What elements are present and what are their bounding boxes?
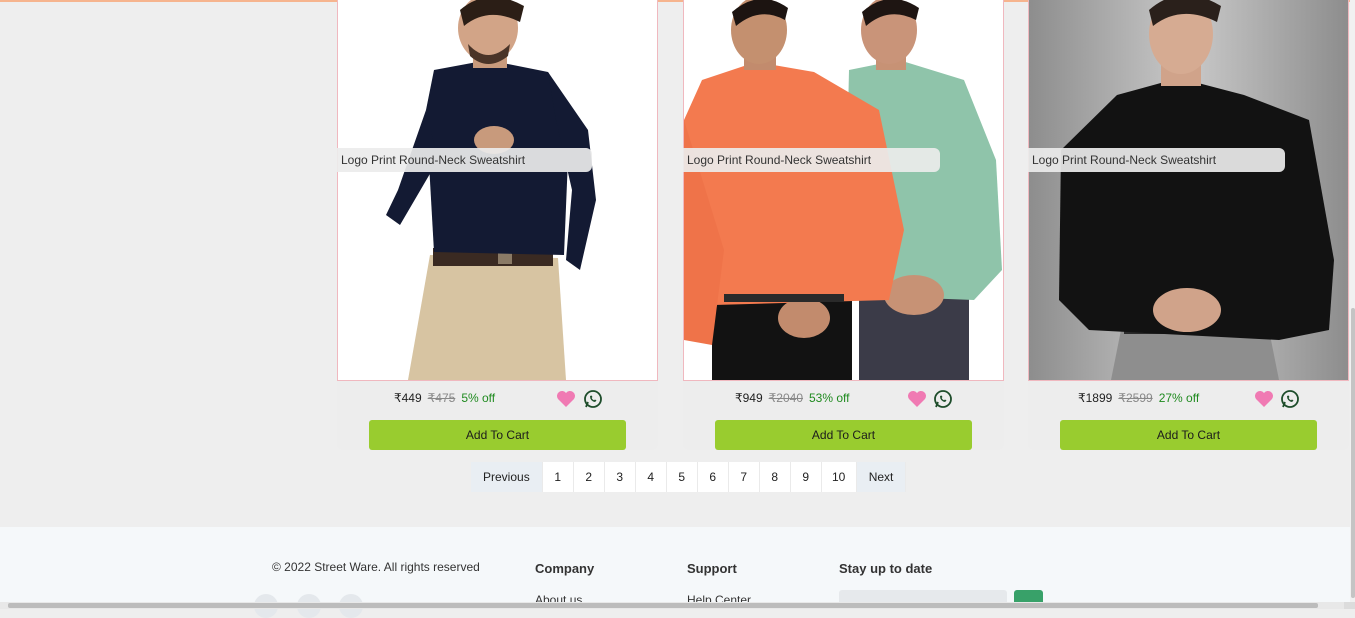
product-card[interactable]: Logo Print Round-Neck Sweatshirt ₹1899 ₹2… <box>1028 0 1349 450</box>
add-to-cart-button[interactable]: Add To Cart <box>715 420 972 450</box>
previous-page-button[interactable]: Previous <box>471 462 543 492</box>
product-title[interactable]: Logo Print Round-Neck Sweatshirt <box>1028 148 1285 172</box>
product-title[interactable]: Logo Print Round-Neck Sweatshirt <box>683 148 940 172</box>
horizontal-scrollbar[interactable] <box>0 602 1350 609</box>
scrollbar-corner <box>1344 602 1355 609</box>
vertical-scroll-thumb[interactable] <box>1351 308 1355 598</box>
discount-badge: 53% off <box>809 391 850 405</box>
add-to-cart-button[interactable]: Add To Cart <box>1060 420 1317 450</box>
whatsapp-icon[interactable] <box>933 389 953 409</box>
price-row: ₹449 ₹475 5% off <box>394 390 495 406</box>
page-button-8[interactable]: 8 <box>759 462 791 492</box>
next-page-button[interactable]: Next <box>856 462 907 492</box>
newsletter-heading: Stay up to date <box>839 561 933 576</box>
page-button-5[interactable]: 5 <box>666 462 698 492</box>
product-image[interactable] <box>1028 0 1349 381</box>
heart-icon[interactable] <box>1254 390 1274 408</box>
product-title[interactable]: Logo Print Round-Neck Sweatshirt <box>337 148 592 172</box>
price-row: ₹1899 ₹2599 27% off <box>1078 390 1199 406</box>
product-image[interactable] <box>683 0 1004 381</box>
original-price: ₹2599 <box>1118 391 1153 405</box>
whatsapp-icon[interactable] <box>1280 389 1300 409</box>
original-price: ₹2040 <box>768 391 803 405</box>
page-button-6[interactable]: 6 <box>697 462 729 492</box>
support-heading: Support <box>687 561 737 576</box>
heart-icon[interactable] <box>907 390 927 408</box>
horizontal-scroll-thumb[interactable] <box>8 603 1318 608</box>
original-price: ₹475 <box>427 391 456 405</box>
heart-icon[interactable] <box>556 390 576 408</box>
pagination: Previous 1 2 3 4 5 6 7 8 9 10 Next <box>471 462 907 492</box>
discount-badge: 27% off <box>1158 391 1200 405</box>
page-button-1[interactable]: 1 <box>542 462 574 492</box>
page-button-7[interactable]: 7 <box>728 462 760 492</box>
page-button-2[interactable]: 2 <box>573 462 605 492</box>
add-to-cart-button[interactable]: Add To Cart <box>369 420 626 450</box>
product-card[interactable]: Logo Print Round-Neck Sweatshirt ₹949 ₹20… <box>683 0 1004 450</box>
whatsapp-icon[interactable] <box>583 389 603 409</box>
discount-badge: 5% off <box>461 391 496 405</box>
page-button-10[interactable]: 10 <box>821 462 857 492</box>
page-button-4[interactable]: 4 <box>635 462 667 492</box>
price-row: ₹949 ₹2040 53% off <box>735 390 849 406</box>
footer: © 2022 Street Ware. All rights reserved … <box>0 527 1350 618</box>
vertical-scrollbar[interactable] <box>1350 0 1355 609</box>
current-price: ₹949 <box>735 391 763 405</box>
copyright-text: © 2022 Street Ware. All rights reserved <box>272 560 480 574</box>
current-price: ₹449 <box>394 391 422 405</box>
company-heading: Company <box>535 561 595 576</box>
page-button-3[interactable]: 3 <box>604 462 636 492</box>
current-price: ₹1899 <box>1078 391 1113 405</box>
page-button-9[interactable]: 9 <box>790 462 822 492</box>
product-image[interactable] <box>337 0 658 381</box>
product-card[interactable]: Logo Print Round-Neck Sweatshirt ₹449 ₹47… <box>337 0 658 450</box>
